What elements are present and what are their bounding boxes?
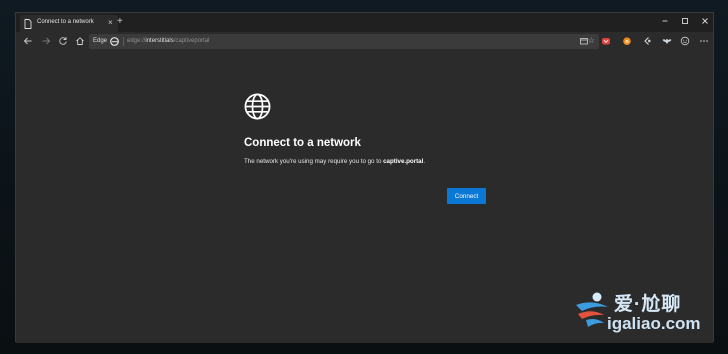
page-description: The network you're using may require you… (244, 158, 426, 165)
pocket-icon[interactable] (601, 36, 611, 46)
arrow-right-icon[interactable] (41, 36, 51, 46)
watermark-title: 爱·尬聊 (614, 294, 682, 315)
page-icon (24, 19, 32, 29)
bat-icon[interactable] (662, 36, 672, 46)
fox-icon[interactable] (622, 36, 632, 46)
watermark: 爱·尬聊 igaliao.com (570, 287, 720, 347)
more-icon[interactable] (699, 36, 709, 46)
close-icon[interactable] (700, 16, 710, 26)
address-bar[interactable]: Edge edge://interstitials/captiveportal … (89, 34, 599, 49)
url-text: edge://interstitials/captiveportal (127, 38, 210, 44)
watermark-url: igaliao.com (607, 314, 701, 333)
collections-icon[interactable] (579, 36, 589, 46)
tab-close-icon[interactable]: × (108, 18, 113, 28)
toolbar: Edge edge://interstitials/captiveportal … (16, 32, 713, 51)
edge-logo-icon (110, 37, 119, 46)
portal-host: captive.portal (383, 158, 424, 165)
connect-button[interactable]: Connect (447, 188, 486, 204)
active-tab[interactable]: Connect to a network × (20, 15, 118, 32)
globe-icon (244, 93, 271, 120)
address-separator (123, 37, 124, 46)
browser-icon[interactable] (642, 36, 652, 46)
refresh-icon[interactable] (58, 36, 68, 46)
minimize-icon[interactable] (660, 16, 670, 26)
new-tab-button[interactable]: + (117, 16, 123, 28)
tab-strip: Connect to a network × + (16, 13, 713, 32)
emoji-icon[interactable] (680, 36, 690, 46)
page-heading: Connect to a network (244, 137, 361, 149)
home-icon[interactable] (75, 36, 85, 46)
arrow-left-icon[interactable] (23, 36, 33, 46)
tab-title: Connect to a network (37, 19, 94, 25)
edge-chip-label: Edge (93, 38, 108, 44)
maximize-icon[interactable] (680, 16, 690, 26)
